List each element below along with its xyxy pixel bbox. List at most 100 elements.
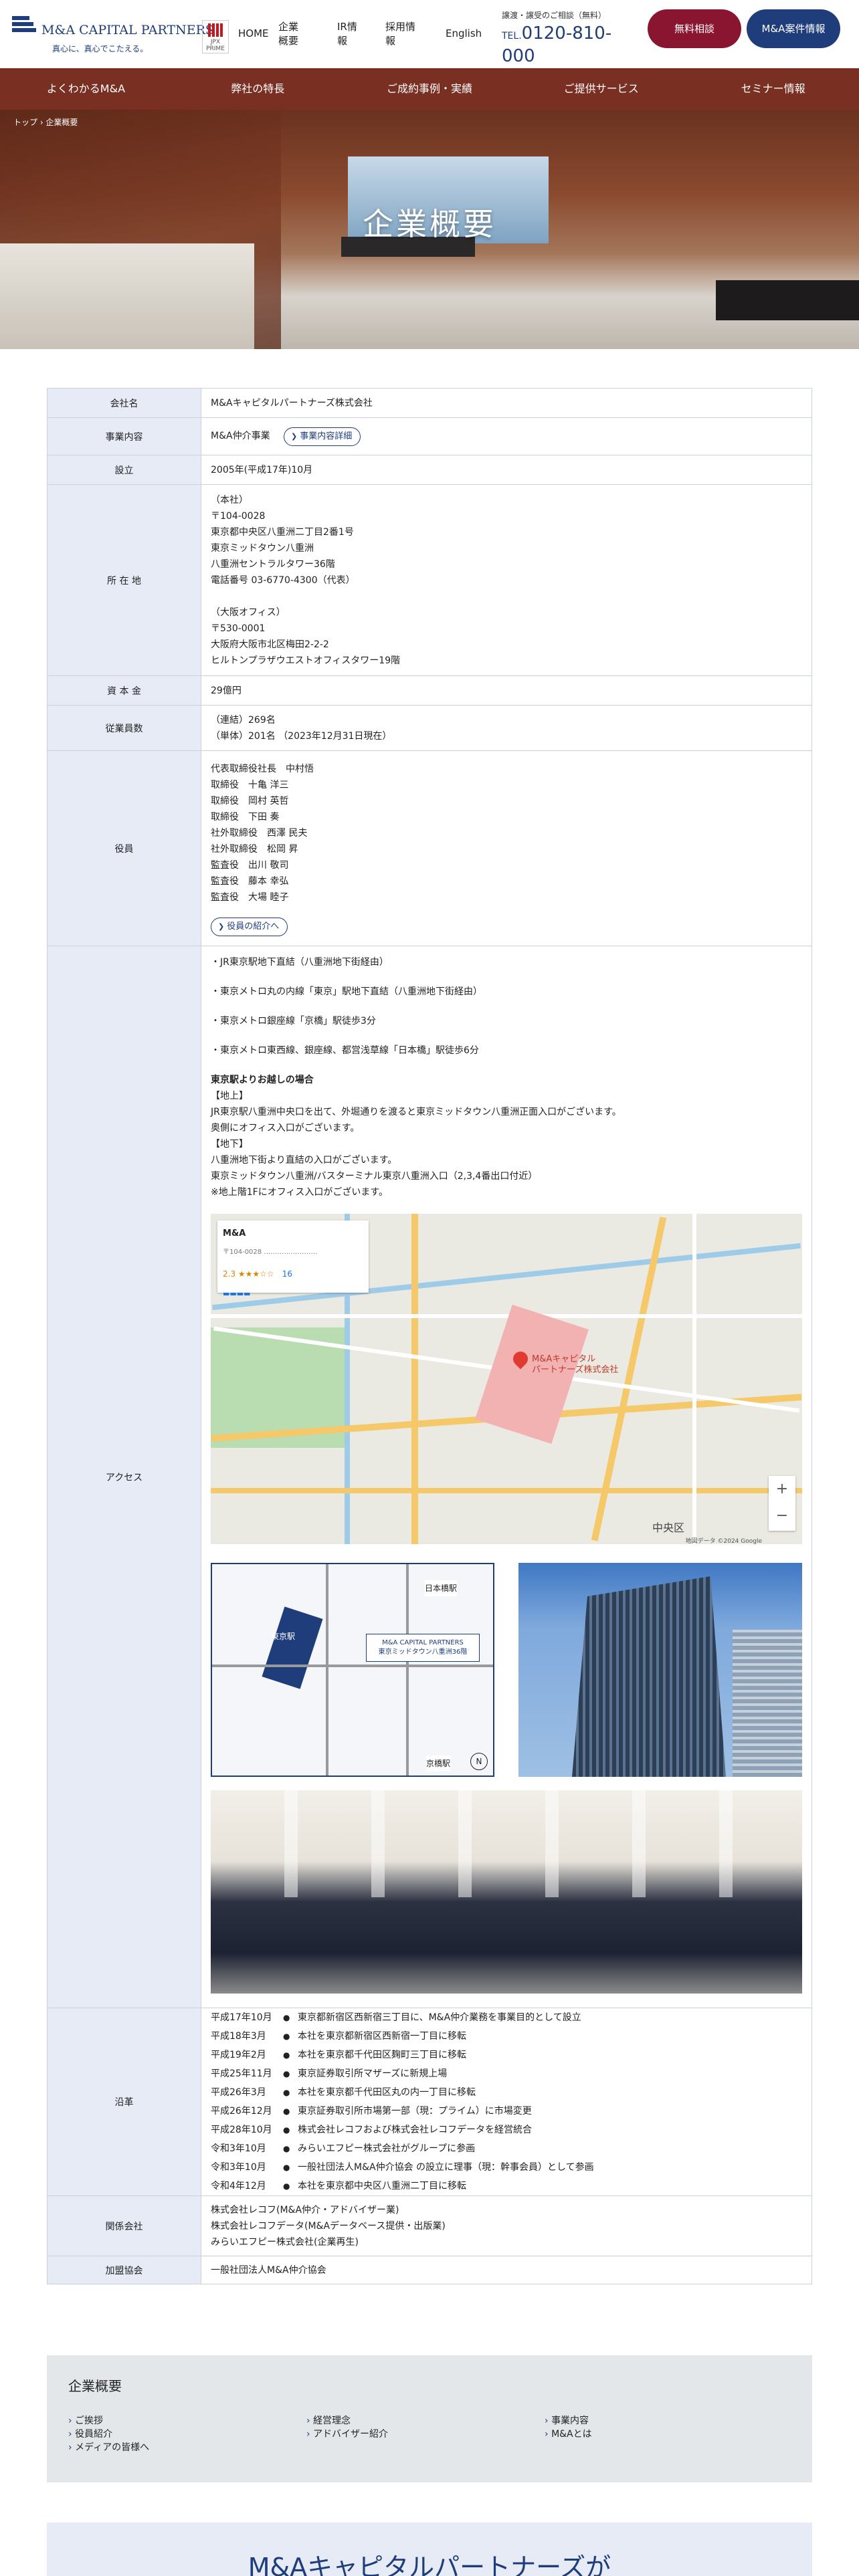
row-access: アクセス ・JR東京駅地下直結（八重洲地下街経由） ・東京メトロ丸の内線「東京」… xyxy=(47,946,812,2008)
label-history: 沿革 xyxy=(47,2008,201,2196)
nav-company[interactable]: 企業概要 xyxy=(278,20,302,48)
value-founded: 2005年(平成17年)10月 xyxy=(201,455,812,485)
history-item: 平成19年2月 ● 本社を東京都千代田区麹町三丁目に移転 xyxy=(211,2050,466,2060)
nav-recruit[interactable]: 採用情報 xyxy=(385,20,416,48)
map-ward-label: 中央区 xyxy=(652,1521,685,1534)
label-officers: 役員 xyxy=(47,750,201,946)
sitemap-link[interactable]: M&Aとは xyxy=(545,2428,592,2441)
history-item: 平成26年3月 ● 本社を東京都千代田区丸の内一丁目に移転 xyxy=(211,2087,476,2098)
breadcrumb[interactable]: トップ › 企業概要 xyxy=(13,116,78,128)
row-founded: 設立 2005年(平成17年)10月 xyxy=(47,455,812,485)
free-consult-button[interactable]: 無料相談 xyxy=(648,9,741,48)
value-officers: 代表取締役社長 中村悟 取締役 十亀 洋三 取締役 岡村 英哲 取締役 下田 奏… xyxy=(211,763,314,903)
section-sitemap: 企業概要 ご挨拶 役員紹介 メディアの皆様へ 経営理念 アドバイザー紹介 事業内… xyxy=(47,2355,812,2482)
map-card-link[interactable]: ▬▬▬▬ xyxy=(223,1286,363,1302)
mini-map-office-box: M&A CAPITAL PARTNERS 東京ミッドタウン八重洲36階 xyxy=(366,1634,480,1662)
gnav-cases[interactable]: ご成約事例・実績 xyxy=(344,68,516,110)
label-affiliates: 関係会社 xyxy=(47,2195,201,2256)
company-info-table: 会社名 M&Aキャピタルパートナーズ株式会社 事業内容 M&A仲介事業 ❯ 事業内… xyxy=(47,388,812,2284)
cta-banner: M&Aキャピタルパートナーズが xyxy=(47,2523,812,2576)
nav-english[interactable]: English xyxy=(446,27,482,41)
label-association: 加盟協会 xyxy=(47,2256,201,2284)
gnav-about-ma[interactable]: よくわかるM&A xyxy=(0,68,172,110)
value-capital: 29億円 xyxy=(201,675,812,706)
history-item: 平成25年11月 ● 東京証券取引所マザーズに新規上場 xyxy=(211,2068,448,2079)
route-text: 【地上】 JR東京駅八重洲中央口を出て、外堀通りを渡ると東京ミッドタウン八重洲正… xyxy=(211,1091,622,1198)
sitemap-link[interactable]: メディアの皆様へ xyxy=(68,2441,149,2454)
value-association: 一般社団法人M&A仲介協会 xyxy=(201,2256,812,2284)
gnav-services[interactable]: ご提供サービス xyxy=(515,68,687,110)
history-item: 令和3年10月 ● 一般社団法人M&A仲介協会 の設立に理事（現：幹事会員）として参… xyxy=(211,2162,594,2173)
access-line: ・東京メトロ東西線、銀座線、都営浅草線「日本橋」駅徒歩6分 xyxy=(211,1045,479,1056)
history-item: 平成26年12月 ● 東京証券取引所市場第一部（現：プライム）に市場変更 xyxy=(211,2106,532,2117)
value-business: M&A仲介事業 xyxy=(211,430,270,441)
zoom-in-icon[interactable]: + xyxy=(769,1476,795,1503)
phone-contact[interactable]: 譲渡・譲受のご相談（無料） TEL.0120-810-000 xyxy=(502,9,636,66)
ma-cases-button[interactable]: M&A案件情報 xyxy=(747,9,840,48)
gnav-seminars[interactable]: セミナー情報 xyxy=(687,68,859,110)
company-logo[interactable]: M&A CAPITAL PARTNERS 真心に、真心でこたえる。 xyxy=(12,13,214,56)
nav-ir[interactable]: IR情報 xyxy=(337,20,359,48)
map-card-rating: 2.3 ★★★☆☆ 16 xyxy=(223,1269,292,1279)
nav-home[interactable]: HOME xyxy=(238,27,269,41)
officers-intro-label: 役員の紹介へ xyxy=(227,921,280,932)
map-card-title: M&A xyxy=(223,1228,246,1239)
sitemap-title: 企業概要 xyxy=(68,2378,122,2394)
hero-banner: トップ › 企業概要 企業概要 xyxy=(0,110,859,349)
history-list: 平成17年10月 ● 東京都新宿区西新宿三丁目に、M&A仲介業務を事業目的として設立… xyxy=(211,2008,802,2195)
row-business: 事業内容 M&A仲介事業 ❯ 事業内容詳細 xyxy=(47,417,812,455)
sitemap-col-1: ご挨拶 役員紹介 メディアの皆様へ xyxy=(68,2414,149,2454)
value-business-cell: M&A仲介事業 ❯ 事業内容詳細 xyxy=(201,417,812,455)
access-line: ・東京メトロ丸の内線「東京」駅地下直結（八重洲地下街経由） xyxy=(211,986,482,997)
phone-note: 譲渡・譲受のご相談（無料） xyxy=(502,11,607,20)
label-address: 所 在 地 xyxy=(47,484,201,676)
access-line: ・JR東京駅地下直結（八重洲地下街経由） xyxy=(211,957,389,968)
sitemap-link[interactable]: アドバイザー紹介 xyxy=(306,2428,388,2441)
history-item: 平成18年3月 ● 本社を東京都新宿区西新宿一丁目に移転 xyxy=(211,2031,466,2042)
row-association: 加盟協会 一般社団法人M&A仲介協会 xyxy=(47,2256,812,2284)
row-employees: 従業員数 （連結）269名 （単体）201名 （2023年12月31日現在） xyxy=(47,705,812,751)
history-item: 令和4年12月 ● 本社を東京都中央区八重洲二丁目に移転 xyxy=(211,2181,466,2191)
building-photo xyxy=(518,1563,802,1777)
row-affiliates: 関係会社 株式会社レコフ(M&A仲介・アドバイザー業) 株式会社レコフデータ(M… xyxy=(47,2195,812,2256)
photo-pillars xyxy=(211,1790,802,1897)
label-founded: 設立 xyxy=(47,455,201,485)
jpx-logo-icon xyxy=(208,23,223,37)
row-address: 所 在 地 （本社） 〒104-0028 東京都中央区八重洲二丁目2番1号 東京… xyxy=(47,484,812,676)
value-access-cell: ・JR東京駅地下直結（八重洲地下街経由） ・東京メトロ丸の内線「東京」駅地下直結… xyxy=(201,946,812,2008)
sitemap-link[interactable]: 事業内容 xyxy=(545,2414,592,2428)
logo-mark-icon xyxy=(12,16,36,39)
map-info-card[interactable]: M&A 〒104-0028 …………………… 2.3 ★★★☆☆ 16 ▬▬▬▬ xyxy=(217,1220,369,1298)
staff-group-photo xyxy=(211,1790,802,1994)
value-history-cell: 平成17年10月 ● 東京都新宿区西新宿三丁目に、M&A仲介業務を事業目的として設立… xyxy=(201,2008,812,2196)
map-card-address: 〒104-0028 …………………… xyxy=(223,1249,318,1256)
map-zoom-control[interactable]: + − xyxy=(769,1476,795,1531)
site-header: M&A CAPITAL PARTNERS 真心に、真心でこたえる。 JPX PR… xyxy=(0,0,859,68)
sitemap-link[interactable]: 経営理念 xyxy=(306,2414,388,2428)
business-detail-button[interactable]: ❯ 事業内容詳細 xyxy=(284,427,361,446)
label-employees: 従業員数 xyxy=(47,705,201,751)
sitemap-link[interactable]: ご挨拶 xyxy=(68,2414,149,2428)
page-title: 企業概要 xyxy=(363,206,496,242)
sitemap-col-2: 経営理念 アドバイザー紹介 xyxy=(306,2414,388,2441)
officers-intro-button[interactable]: ❯ 役員の紹介へ xyxy=(211,917,288,936)
chevron-right-icon: ❯ xyxy=(291,431,298,441)
hero-sofa xyxy=(716,280,859,320)
sitemap-link[interactable]: 役員紹介 xyxy=(68,2428,149,2441)
row-company-name: 会社名 M&Aキャピタルパートナーズ株式会社 xyxy=(47,388,812,418)
gnav-features[interactable]: 弊社の特長 xyxy=(172,68,344,110)
phone-number[interactable]: TEL.0120-810-000 xyxy=(502,23,636,66)
zoom-out-icon[interactable]: − xyxy=(769,1503,795,1529)
history-item: 平成17年10月 ● 東京都新宿区西新宿三丁目に、M&A仲介業務を事業目的として設立 xyxy=(211,2012,581,2023)
mini-map-tokyo: 東京駅 xyxy=(271,1632,296,1641)
label-business: 事業内容 xyxy=(47,417,201,455)
cta-title: M&Aキャピタルパートナーズが xyxy=(248,2553,611,2576)
google-map[interactable]: M&Aキャピタル パートナーズ株式会社 M&A 〒104-0028 ………………… xyxy=(211,1214,802,1544)
access-mini-map: 日本橋駅 東京駅 京橋駅 M&A CAPITAL PARTNERS 東京ミッドタ… xyxy=(211,1563,494,1777)
chevron-right-icon: ❯ xyxy=(218,922,225,931)
history-item: 平成28年10月 ● 株式会社レコフおよび株式会社レコフデータを経営統合 xyxy=(211,2125,532,2135)
jpx-prime-badge: JPX PRIME xyxy=(202,20,229,53)
value-officers-cell: 代表取締役社長 中村悟 取締役 十亀 洋三 取締役 岡村 英哲 取締役 下田 奏… xyxy=(201,750,812,946)
route-title: 東京駅よりお越しの場合 xyxy=(211,1075,314,1085)
access-photo-row: 日本橋駅 東京駅 京橋駅 M&A CAPITAL PARTNERS 東京ミッドタ… xyxy=(211,1563,802,1777)
